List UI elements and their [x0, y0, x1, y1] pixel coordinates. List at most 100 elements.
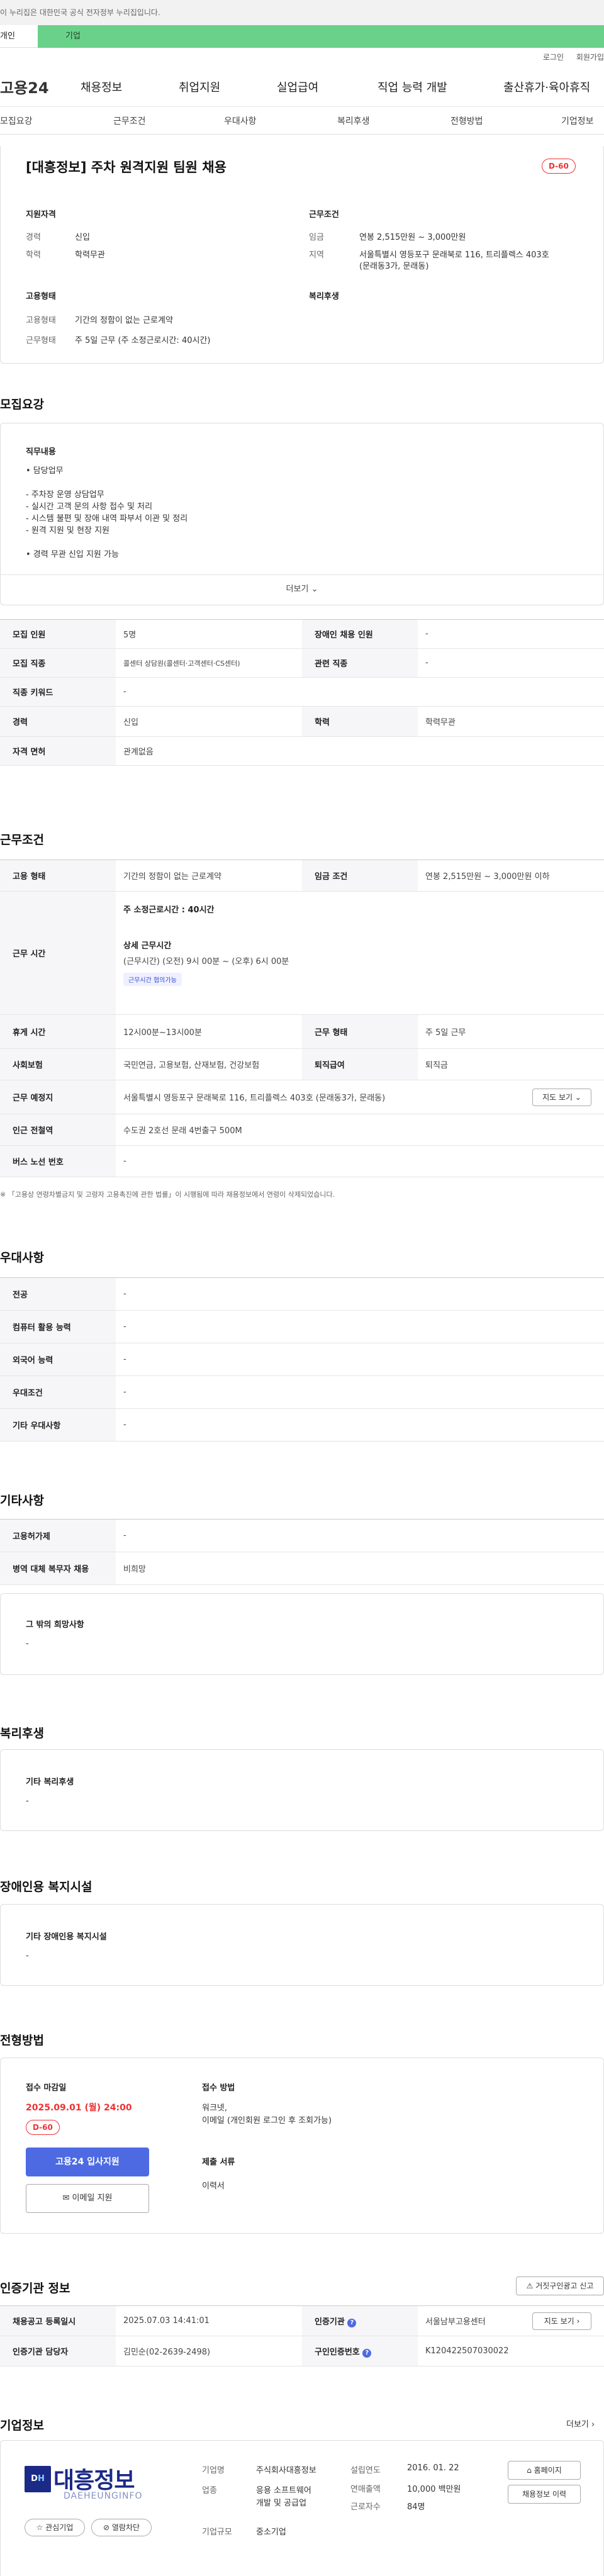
welfare-heading: 복리후생 — [309, 292, 339, 301]
login-link[interactable]: 로그인 — [543, 53, 564, 62]
employment-type-value: 기간의 정함이 없는 근로계약 — [75, 316, 173, 325]
gnb-parental-leave[interactable]: 출산휴가·육아휴직 — [503, 79, 590, 95]
table-key: 사회보험 — [0, 1048, 116, 1080]
disabled-facility-heading: 기타 장애인용 복지시설 — [26, 1932, 107, 1942]
anchor-preference[interactable]: 우대사항 — [224, 115, 257, 127]
company-logo-text: 대흥정보 — [53, 2468, 135, 2494]
anchor-nav: 모집요강 근무조건 우대사항 복리후생 전형방법 기업정보 — [0, 107, 604, 135]
apply-button[interactable]: 고용24 입사지원 — [26, 2148, 149, 2176]
homepage-button[interactable]: ⌂ 홈페이지 — [508, 2461, 581, 2480]
disabled-facility-box: 기타 장애인용 복지시설 - — [0, 1904, 604, 1986]
anchor-process[interactable]: 전형방법 — [450, 115, 483, 127]
table-key: 전공 — [0, 1277, 116, 1311]
table-row: 자격 면허 관계없음 — [0, 736, 604, 766]
welfare-section-title: 복리후생 — [0, 1727, 44, 1740]
home-icon: ⌂ — [527, 2466, 532, 2475]
qualification-heading: 지원자격 — [26, 210, 56, 220]
duty-line: - 실시간 고객 문의 사항 접수 및 처리 — [26, 502, 153, 512]
table-row: 버스 노선 번호 - — [0, 1145, 604, 1177]
method-line: 이메일 (개인회원 로그인 후 조회가능) — [202, 2116, 332, 2125]
table-row: 컴퓨터 활용 능력 - — [0, 1310, 604, 1343]
duty-line: • 담당업무 — [26, 466, 64, 476]
table-value: 기간의 정함이 없는 근로계약 — [116, 860, 302, 892]
table-key: 인증기관 담당자 — [0, 2336, 116, 2366]
welfare-box-heading: 기타 복리후생 — [26, 1778, 74, 1787]
table-key: 학력 — [302, 706, 418, 737]
work-hours-value: 주 5일 근무 (주 소정근로시간: 40시간) — [75, 336, 211, 345]
block-view-button[interactable]: ⊘ 열람차단 — [91, 2519, 152, 2536]
documents-value: 이력서 — [202, 2181, 225, 2191]
table-key: 퇴직급여 — [302, 1048, 418, 1080]
favorite-company-button[interactable]: ☆ 관심기업 — [25, 2519, 85, 2536]
table-value: 2025.07.03 14:41:01 — [116, 2305, 302, 2336]
table-row: 기타 우대사항 - — [0, 1408, 604, 1442]
site-tabs: 개인 기업 — [0, 25, 604, 48]
career-value: 신입 — [75, 233, 90, 242]
process-box: 접수 마감일 2025.09.01 (월) 24:00 D-60 고용24 입사… — [0, 2058, 604, 2234]
chevron-down-icon: ⌄ — [311, 585, 318, 594]
anchor-welfare[interactable]: 복리후생 — [337, 115, 370, 127]
career-label: 경력 — [26, 233, 41, 242]
tab-person[interactable]: 개인 — [0, 25, 38, 48]
established-value: 2016. 01. 22 — [407, 2463, 459, 2473]
table-key: 구인인증번호 ? — [302, 2336, 418, 2366]
table-key: 우대조건 — [0, 1375, 116, 1409]
info-icon[interactable]: ? — [362, 2348, 372, 2358]
age-notice: ※ 「고용상 연령차별금지 및 고령자 고용촉진에 관한 법률」이 시행됨에 따… — [0, 1190, 335, 1199]
table-value: - — [116, 1310, 604, 1343]
alert-icon: ⚠ — [526, 2282, 534, 2290]
deadline-heading: 접수 마감일 — [26, 2083, 67, 2093]
job-history-button[interactable]: 채용정보 이력 — [508, 2485, 581, 2504]
duty-line: - 원격 지원 및 현장 지원 — [26, 526, 109, 535]
gnb-unemployment-benefit[interactable]: 실업급여 — [277, 79, 318, 95]
join-link[interactable]: 회원가입 — [576, 53, 604, 62]
table-row: 사회보험 국민연금, 고용보험, 산재보험, 건강보험 퇴직급여 퇴직금 — [0, 1048, 604, 1080]
email-apply-button[interactable]: ✉ 이메일 지원 — [26, 2184, 149, 2213]
table-key: 휴게 시간 — [0, 1014, 116, 1049]
anchor-company[interactable]: 기업정보 — [561, 115, 594, 127]
table-row: 직종 키워드 - — [0, 677, 604, 707]
gnb-jobs[interactable]: 채용정보 — [81, 79, 122, 95]
table-value: 콜센터 상담원(콜센터·고객센터·CS센터) — [116, 648, 302, 678]
map-button[interactable]: 지도 보기 ⌄ — [532, 1089, 591, 1106]
table-value: - — [116, 677, 604, 707]
table-key: 인증기관 ? — [302, 2305, 418, 2336]
company-logo-mark: DH — [25, 2466, 51, 2492]
company-card: DH 대흥정보 DAEHEUNGINFO ☆ 관심기업 ⊘ 열람차단 기업명 주… — [0, 2440, 604, 2576]
employees-label: 근로자수 — [350, 2502, 381, 2512]
table-row: 우대조건 - — [0, 1375, 604, 1409]
table-row: 근무 예정지 서울특별시 영등포구 문래북로 116, 트리플렉스 403호 (… — [0, 1080, 604, 1114]
gnb-employment-support[interactable]: 취업지원 — [179, 79, 220, 95]
table-value: 학력무관 — [418, 706, 604, 737]
job-title: [대흥정보] 주차 원격지원 팀원 채용 — [26, 160, 226, 175]
etc-table: 고용허가제 - 병역 대체 복무자 채용 비희망 — [0, 1519, 604, 1585]
company-more-link[interactable]: 더보기 › — [566, 2417, 595, 2429]
anchor-recruit[interactable]: 모집요강 — [0, 115, 33, 127]
report-fake-ad-button[interactable]: ⚠ 거짓구인광고 신고 — [516, 2276, 604, 2295]
site-logo[interactable]: 고용24 — [0, 76, 81, 98]
table-row: 병역 대체 복무자 채용 비희망 — [0, 1552, 604, 1585]
gnb-job-training[interactable]: 직업 능력 개발 — [378, 79, 447, 95]
table-row: 채용공고 등록일시 2025.07.03 14:41:01 인증기관 ? 서울남… — [0, 2305, 604, 2336]
table-key: 근무 시간 — [0, 891, 116, 1015]
table-value: 12시00분~13시00분 — [116, 1014, 302, 1049]
more-button[interactable]: 더보기 ⌄ — [1, 582, 603, 594]
table-row: 외국어 능력 - — [0, 1343, 604, 1376]
table-key: 버스 노선 번호 — [0, 1145, 116, 1177]
table-value: 김민순(02-2639-2498) — [116, 2336, 302, 2366]
agency-map-button[interactable]: 지도 보기 › — [532, 2312, 591, 2330]
other-wishes-box: 그 밖의 희망사항 - — [0, 1593, 604, 1675]
deadline-value: 2025.09.01 (월) 24:00 — [26, 2103, 132, 2113]
table-row: 근무 시간 주 소정근로시간 : 40시간 상세 근무시간 (근무시간) (오전… — [0, 891, 604, 1015]
company-size-value: 중소기업 — [256, 2528, 286, 2537]
tab-corp[interactable]: 기업 — [38, 25, 604, 48]
duty-line: - 시스템 불편 및 장애 내역 파부서 이관 및 정리 — [26, 514, 188, 524]
preference-table: 전공 - 컴퓨터 활용 능력 - 외국어 능력 - 우대조건 - 기타 우대사항 - — [0, 1277, 604, 1442]
table-value: - — [116, 1145, 604, 1177]
info-icon[interactable]: ? — [347, 2318, 357, 2327]
table-key: 인근 전철역 — [0, 1114, 116, 1146]
preference-section-title: 우대사항 — [0, 1251, 44, 1265]
table-key: 외국어 능력 — [0, 1343, 116, 1376]
anchor-work[interactable]: 근무조건 — [113, 115, 146, 127]
detail-hours-heading: 상세 근무시간 — [123, 941, 172, 951]
